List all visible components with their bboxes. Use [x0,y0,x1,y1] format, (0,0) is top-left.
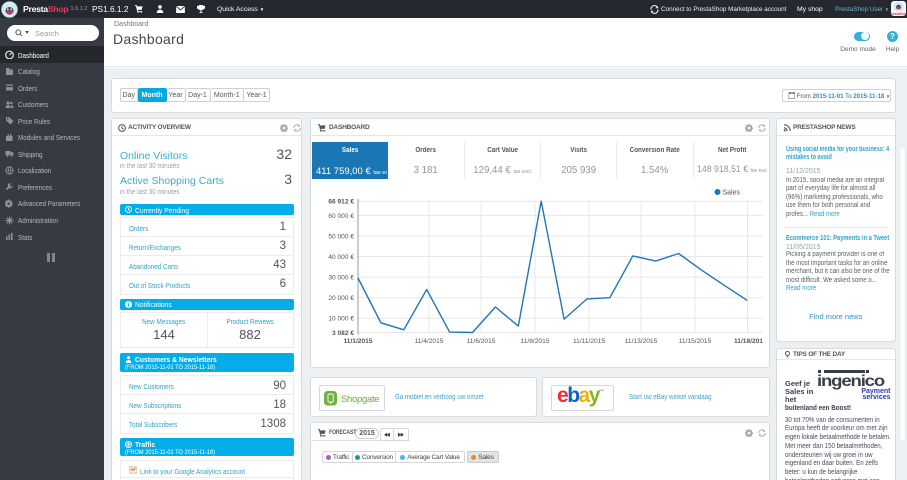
svg-text:PrestaShop: PrestaShop [891,12,906,16]
svg-text:11/1/2015: 11/1/2015 [344,338,373,345]
svg-text:20 000 €: 20 000 € [328,295,354,302]
svg-text:10 000 €: 10 000 € [328,316,354,323]
svg-text:40 000 €: 40 000 € [328,254,354,261]
svg-text:Sales: Sales [723,190,741,197]
svg-text:66 912 €: 66 912 € [328,199,354,206]
svg-text:11/4/2015: 11/4/2015 [415,338,444,345]
svg-text:30 000 €: 30 000 € [328,275,354,282]
svg-text:11/8/2015: 11/8/2015 [521,338,550,345]
svg-text:11/15/2015: 11/15/2015 [679,338,712,345]
svg-text:60 000 €: 60 000 € [328,213,354,220]
svg-text:11/11/2015: 11/11/2015 [573,338,605,345]
svg-text:11/18/201: 11/18/201 [734,338,763,345]
svg-text:11/13/2015: 11/13/2015 [625,338,658,345]
svg-text:50 000 €: 50 000 € [328,233,354,240]
svg-text:11/6/2015: 11/6/2015 [467,338,496,345]
svg-text:3 082 €: 3 082 € [332,330,354,337]
